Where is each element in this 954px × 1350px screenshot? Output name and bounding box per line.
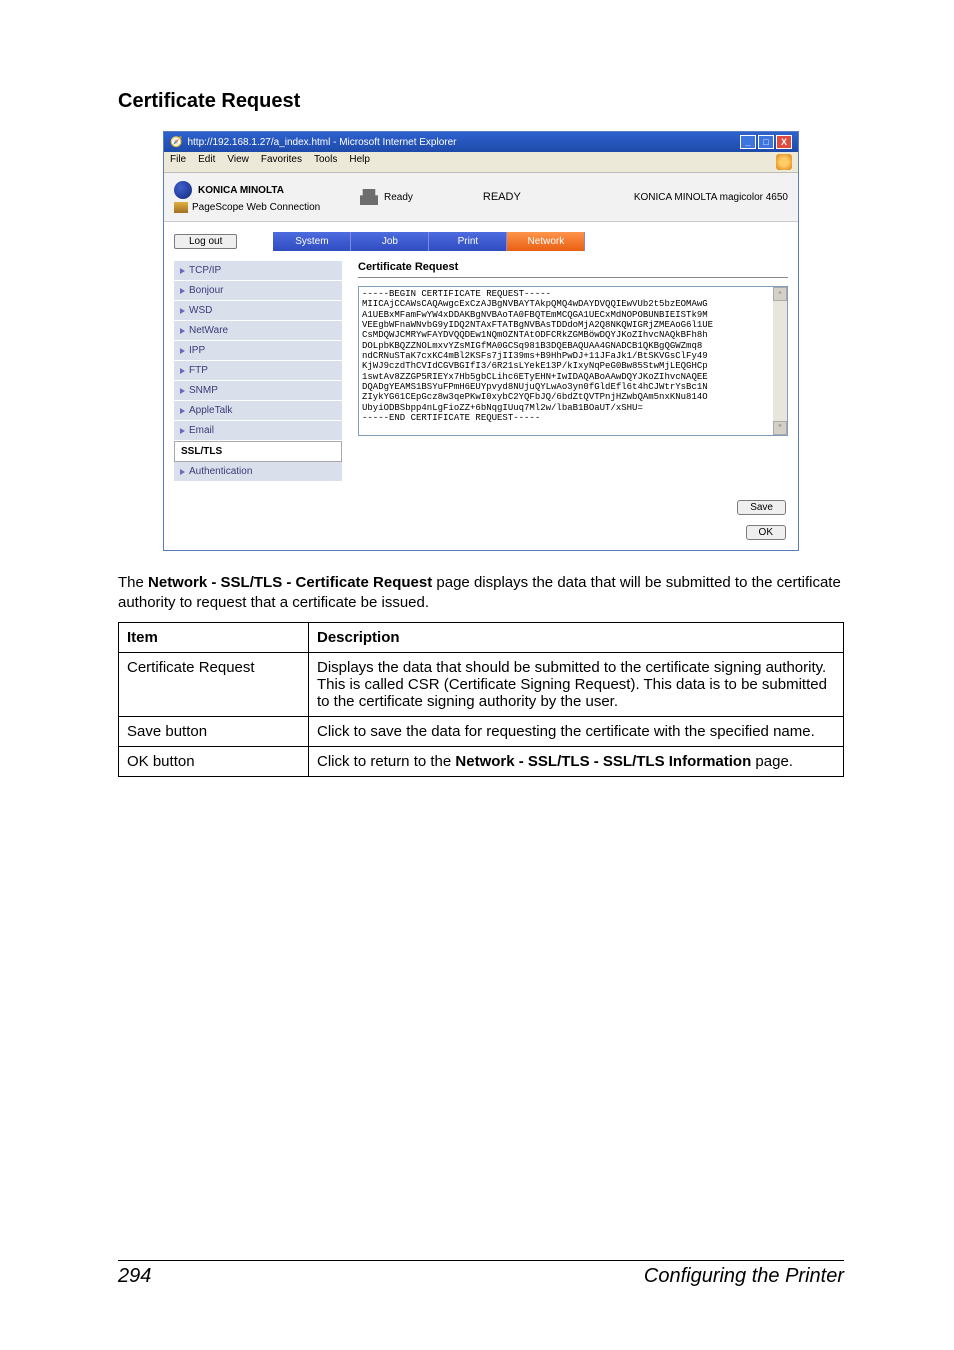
tab-print[interactable]: Print [429,232,507,251]
nav-snmp[interactable]: SNMP [174,381,342,401]
nav-label: Bonjour [189,285,223,296]
nav-label: IPP [189,345,205,356]
cell-text: Click to return to the [317,753,455,770]
header-strip: KONICA MINOLTA PageScope Web Connection … [164,173,798,222]
nav-label: WSD [189,305,212,316]
section-title: Certificate Request [118,90,844,113]
th-item: Item [119,623,309,653]
device-model: KONICA MINOLTA magicolor 4650 [634,192,788,203]
logout-button[interactable]: Log out [174,234,237,249]
printer-icon [360,189,378,205]
chevron-right-icon [180,348,185,354]
scrollbar[interactable]: ▴▾ [773,287,787,435]
ie-icon: 🧭 [170,137,182,148]
nav-label: Email [189,425,214,436]
chevron-right-icon [180,388,185,394]
chevron-right-icon [180,288,185,294]
throbber-icon [776,154,792,170]
nav-tcpip[interactable]: TCP/IP [174,261,342,281]
table-row: Save button Click to save the data for r… [119,717,844,747]
nav-bonjour[interactable]: Bonjour [174,281,342,301]
menu-help[interactable]: Help [349,154,370,170]
menu-favorites[interactable]: Favorites [261,154,302,170]
footer-title: Configuring the Printer [644,1265,844,1288]
menu-view[interactable]: View [227,154,249,170]
pem-content: -----BEGIN CERTIFICATE REQUEST----- MIIC… [362,289,713,423]
para-bold: Network - SSL/TLS - Certificate Request [148,574,432,591]
nav-email[interactable]: Email [174,421,342,441]
nav-label: SNMP [189,385,218,396]
tab-network[interactable]: Network [507,232,585,251]
description-table: Item Description Certificate Request Dis… [118,622,844,777]
nav-label: TCP/IP [189,265,221,276]
close-button[interactable]: X [776,135,792,149]
cell-desc: Click to return to the Network - SSL/TLS… [309,747,844,777]
nav-ipp[interactable]: IPP [174,341,342,361]
nav-label: Authentication [189,466,252,477]
nav-ftp[interactable]: FTP [174,361,342,381]
menu-bar: File Edit View Favorites Tools Help [164,152,798,173]
tab-bar: System Job Print Network [273,232,585,251]
certificate-request-textarea[interactable]: -----BEGIN CERTIFICATE REQUEST----- MIIC… [358,286,788,436]
status-ready-big: READY [483,191,521,203]
brand-text: KONICA MINOLTA [198,185,284,196]
tab-system[interactable]: System [273,232,351,251]
scroll-down-icon[interactable]: ▾ [773,421,787,435]
chevron-right-icon [180,408,185,414]
nav-wsd[interactable]: WSD [174,301,342,321]
cell-item: OK button [119,747,309,777]
side-nav: TCP/IP Bonjour WSD NetWare IPP FTP SNMP … [174,261,342,482]
table-row: OK button Click to return to the Network… [119,747,844,777]
page-footer: 294 Configuring the Printer [118,1260,844,1288]
window-titlebar: 🧭 http://192.168.1.27/a_index.html - Mic… [164,132,798,152]
description-paragraph: The Network - SSL/TLS - Certificate Requ… [118,573,844,612]
cell-desc: Displays the data that should be submitt… [309,653,844,717]
chevron-right-icon [180,308,185,314]
menu-edit[interactable]: Edit [198,154,215,170]
para-text: The [118,574,148,591]
minimize-button[interactable]: _ [740,135,756,149]
chevron-right-icon [180,469,185,475]
maximize-button[interactable]: □ [758,135,774,149]
cell-item: Save button [119,717,309,747]
chevron-right-icon [180,268,185,274]
pagescope-icon [174,202,188,213]
pane-title: Certificate Request [358,261,788,278]
table-row: Certificate Request Displays the data th… [119,653,844,717]
nav-authentication[interactable]: Authentication [174,462,342,482]
page-number: 294 [118,1265,151,1288]
status-ready-small: Ready [384,192,413,203]
cell-desc: Click to save the data for requesting th… [309,717,844,747]
nav-label: SSL/TLS [181,446,222,457]
chevron-right-icon [180,368,185,374]
window-title: http://192.168.1.27/a_index.html - Micro… [187,137,456,148]
subbrand-text: PageScope Web Connection [192,202,320,213]
tab-job[interactable]: Job [351,232,429,251]
brand-logo-icon [174,181,192,199]
scroll-up-icon[interactable]: ▴ [773,287,787,301]
menu-tools[interactable]: Tools [314,154,337,170]
nav-label: AppleTalk [189,405,232,416]
chevron-right-icon [180,328,185,334]
cell-bold: Network - SSL/TLS - SSL/TLS Information [455,753,751,770]
th-description: Description [309,623,844,653]
cell-item: Certificate Request [119,653,309,717]
nav-ssltls[interactable]: SSL/TLS [174,441,342,462]
chevron-right-icon [180,428,185,434]
menu-file[interactable]: File [170,154,186,170]
nav-netware[interactable]: NetWare [174,321,342,341]
browser-window: 🧭 http://192.168.1.27/a_index.html - Mic… [163,131,799,551]
save-button[interactable]: Save [737,500,786,515]
nav-appletalk[interactable]: AppleTalk [174,401,342,421]
nav-label: FTP [189,365,208,376]
cell-text: page. [751,753,793,770]
nav-label: NetWare [189,325,228,336]
ok-button[interactable]: OK [746,525,786,540]
